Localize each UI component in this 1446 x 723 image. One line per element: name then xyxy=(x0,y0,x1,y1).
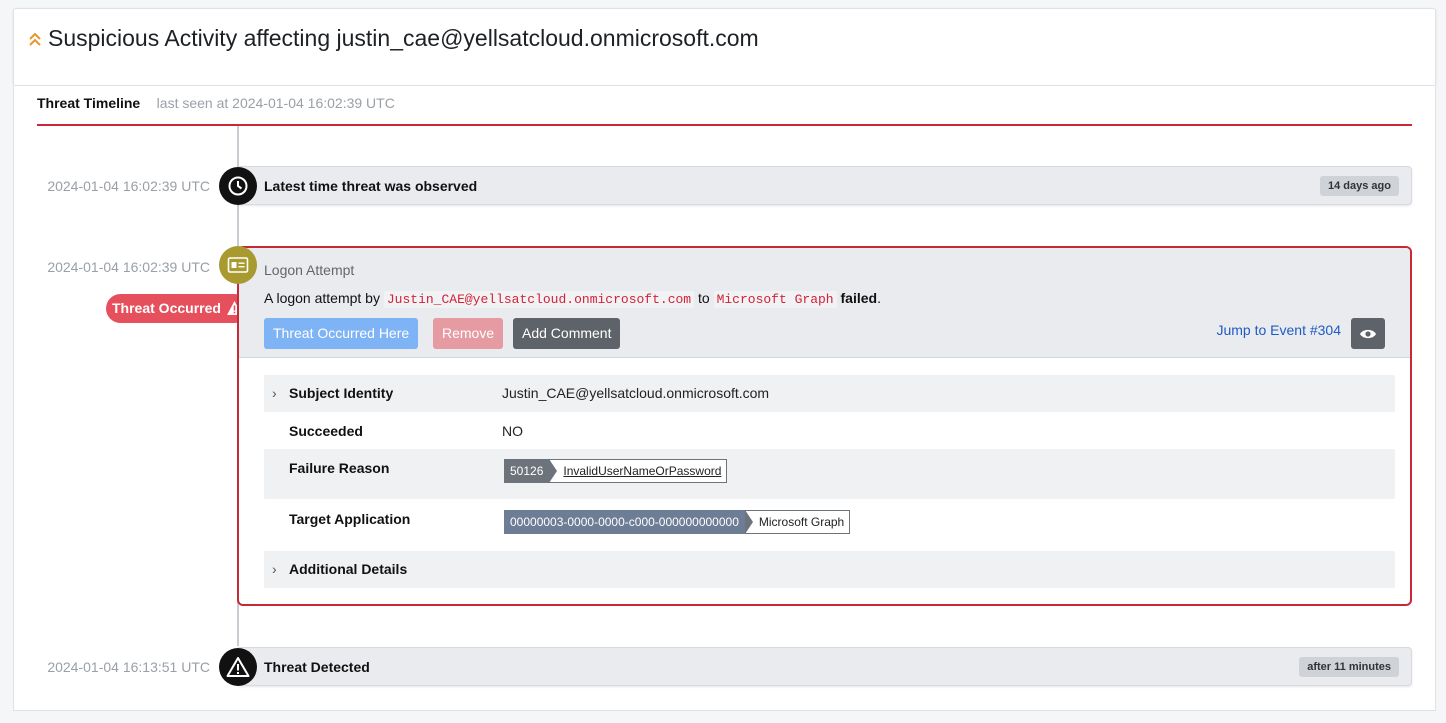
clock-icon xyxy=(219,167,257,205)
latest-observed-label: Latest time threat was observed xyxy=(264,178,478,194)
double-chevron-up-icon xyxy=(29,32,41,46)
threat-detected-label: Threat Detected xyxy=(264,659,370,675)
subject-identity-row[interactable]: › Subject Identity Justin_CAE@yellsatclo… xyxy=(264,375,1395,412)
threat-occurred-label: Threat Occurred xyxy=(112,300,221,316)
jump-to-event-link[interactable]: Jump to Event #304 xyxy=(1216,322,1341,338)
event-description: A logon attempt by Justin_CAE@yellsatclo… xyxy=(264,290,881,308)
chevron-right-icon[interactable]: › xyxy=(272,385,277,401)
warning-icon xyxy=(219,648,257,686)
remove-button[interactable]: Remove xyxy=(433,318,504,349)
target-application-row: Target Application 00000003-0000-0000-c0… xyxy=(264,499,1395,551)
chevron-right-icon[interactable]: › xyxy=(272,561,277,577)
page-title: Suspicious Activity affecting justin_cae… xyxy=(48,25,759,51)
additional-details-row[interactable]: › Additional Details xyxy=(264,551,1395,588)
desc-end: . xyxy=(877,290,881,306)
timeline-title: Threat Timeline xyxy=(37,95,141,111)
failure-text[interactable]: InvalidUserNameOrPassword xyxy=(549,459,728,483)
threat-detected-bar: Threat Detected after 11 minutes xyxy=(238,647,1412,686)
target-application-name: Microsoft Graph xyxy=(744,510,851,534)
failure-reason-row: Failure Reason 50126 InvalidUserNameOrPa… xyxy=(264,449,1395,499)
event-type: Logon Attempt xyxy=(264,262,355,278)
event-timestamp: 2024-01-04 16:02:39 UTC xyxy=(47,259,210,275)
subject-identity-key: Subject Identity xyxy=(289,385,394,401)
timeline-divider xyxy=(37,124,1412,126)
target-application-id[interactable]: 00000003-0000-0000-c000-000000000000 xyxy=(504,510,753,534)
failure-reason-tag[interactable]: 50126 InvalidUserNameOrPassword xyxy=(504,459,728,483)
target-application-key: Target Application xyxy=(289,511,411,527)
subject-identity-value: Justin_CAE@yellsatcloud.onmicrosoft.com xyxy=(502,385,770,401)
threat-occurred-badge[interactable]: Threat Occurred xyxy=(106,294,249,323)
additional-details-key: Additional Details xyxy=(289,561,408,577)
event-summary: Logon Attempt A logon attempt by Justin_… xyxy=(239,248,1410,358)
event-card: Logon Attempt A logon attempt by Justin_… xyxy=(237,246,1412,606)
succeeded-value: NO xyxy=(502,423,523,439)
desc-prefix: A logon attempt by xyxy=(264,290,380,306)
failure-reason-key: Failure Reason xyxy=(289,460,390,476)
threat-occurred-here-button[interactable]: Threat Occurred Here xyxy=(264,318,419,349)
target-application-tag[interactable]: 00000003-0000-0000-c000-000000000000 Mic… xyxy=(504,510,851,534)
eye-icon xyxy=(1360,329,1376,338)
desc-app: Microsoft Graph xyxy=(713,291,837,308)
succeeded-key: Succeeded xyxy=(289,423,363,439)
view-event-button[interactable] xyxy=(1351,318,1385,349)
desc-mid: to xyxy=(698,290,710,306)
desc-user: Justin_CAE@yellsatcloud.onmicrosoft.com xyxy=(383,291,695,308)
timeline-header: Threat Timeline last seen at 2024-01-04 … xyxy=(37,95,395,125)
desc-result: failed xyxy=(840,290,878,306)
latest-age-badge: 14 days ago xyxy=(1320,176,1399,196)
succeeded-row: Succeeded NO xyxy=(264,412,1395,449)
add-comment-button[interactable]: Add Comment xyxy=(513,318,621,349)
detected-after-badge: after 11 minutes xyxy=(1299,657,1399,677)
latest-timestamp: 2024-01-04 16:02:39 UTC xyxy=(47,178,210,194)
timeline-last-seen: last seen at 2024-01-04 16:02:39 UTC xyxy=(156,95,395,111)
detected-timestamp: 2024-01-04 16:13:51 UTC xyxy=(47,659,210,675)
latest-observed-bar: Latest time threat was observed 14 days … xyxy=(238,166,1412,205)
failure-code: 50126 xyxy=(504,459,558,483)
id-card-icon xyxy=(219,246,257,284)
